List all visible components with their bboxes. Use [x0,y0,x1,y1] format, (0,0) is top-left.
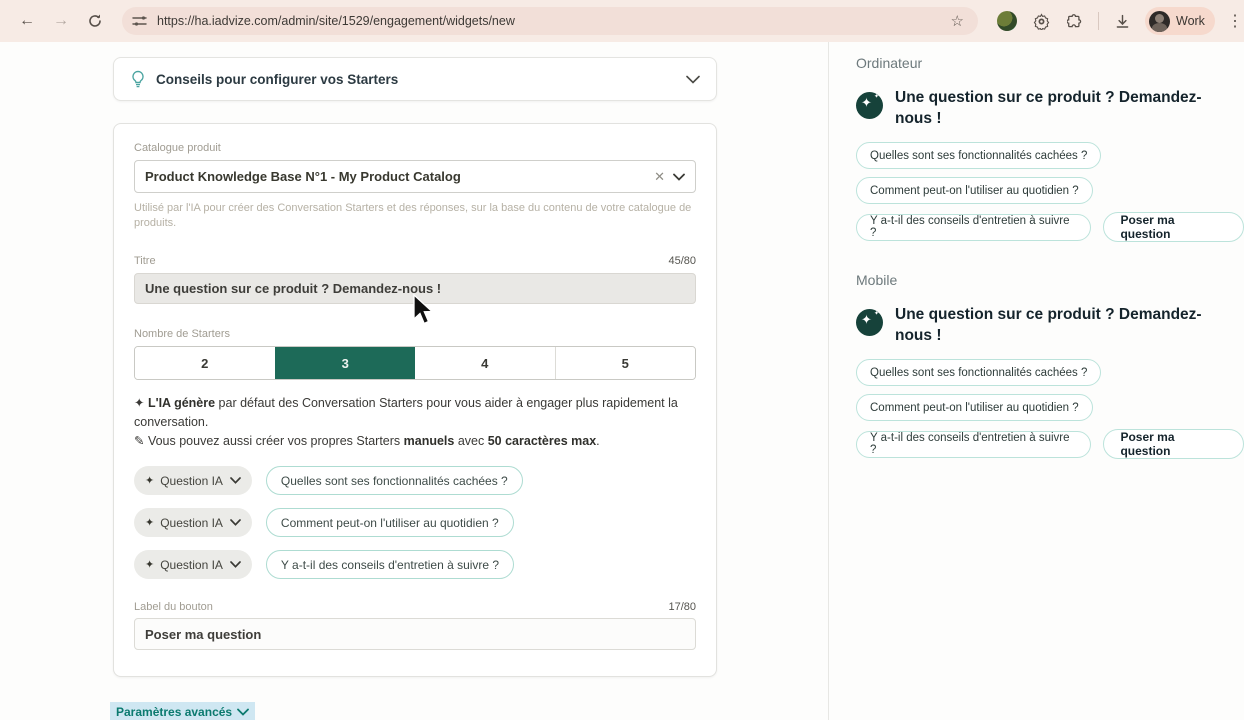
bookmark-star-icon[interactable]: ☆ [947,12,968,30]
button-label-char-counter: 17/80 [668,601,696,613]
browser-menu-icon[interactable]: ⋮ [1221,11,1244,31]
starter-row: ✦ Question IA Quelles sont ses fonctionn… [134,466,696,495]
url-input[interactable]: https://ha.iadvize.com/admin/site/1529/e… [157,14,947,28]
sparkle-icon: ✦ [145,474,154,487]
gear-icon[interactable] [1027,7,1055,35]
mobile-preview-heading: Mobile [856,272,1244,288]
widget-title: Une question sur ce produit ? Demandez-n… [895,304,1205,346]
tips-chevron-down-icon[interactable] [686,75,700,84]
desktop-widget-preview: ✦✦ Une question sur ce produit ? Demande… [856,87,1244,242]
starter-rows: ✦ Question IA Quelles sont ses fonctionn… [134,466,696,579]
preview-ask-button: Poser ma question [1103,212,1244,242]
clear-selection-icon[interactable]: ✕ [646,169,673,185]
omnibox[interactable]: https://ha.iadvize.com/admin/site/1529/e… [122,7,978,35]
starters-count-segmented: 2 3 4 5 [134,346,696,380]
chevron-down-icon [230,519,241,526]
starter-type-dropdown[interactable]: ✦ Question IA [134,550,252,579]
button-label-label: Label du bouton [134,601,213,613]
title-label: Titre [134,255,156,267]
tips-panel[interactable]: Conseils pour configurer vos Starters [113,57,717,101]
preview-panel: Ordinateur ✦✦ Une question sur ce produi… [829,42,1244,720]
catalog-chevron-down-icon[interactable] [673,173,685,181]
advanced-settings-link[interactable]: Paramètres avancés [110,702,255,720]
catalog-helper-text: Utilisé par l'IA pour créer des Conversa… [134,201,694,231]
starter-question-chip[interactable]: Quelles sont ses fonctionnalités cachées… [266,466,523,495]
mobile-widget-preview: ✦✦ Une question sur ce produit ? Demande… [856,304,1244,459]
starters-count-option[interactable]: 5 [555,347,696,379]
sparkle-icon: ✦ [145,558,154,571]
preview-starter-chip: Comment peut-on l'utiliser au quotidien … [856,177,1093,204]
toolbar-actions: Work ⋮ [990,7,1244,35]
ai-sparkle-avatar: ✦✦ [856,309,883,336]
tips-title: Conseils pour configurer vos Starters [156,72,686,87]
starter-row: ✦ Question IA Y a-t-il des conseils d'en… [134,550,696,579]
pencil-icon: ✎ [134,434,144,448]
catalog-select[interactable]: Product Knowledge Base N°1 - My Product … [134,160,696,193]
chevron-down-icon [230,477,241,484]
advanced-chevron-down-icon [237,708,249,716]
toolbar-divider [1098,12,1099,30]
catalog-select-value: Product Knowledge Base N°1 - My Product … [145,169,646,184]
starters-count-option[interactable]: 2 [135,347,275,379]
lightbulb-icon [130,70,146,88]
preview-starter-chip: Quelles sont ses fonctionnalités cachées… [856,359,1101,386]
widget-title: Une question sur ce produit ? Demandez-n… [895,87,1205,129]
site-controls-icon[interactable] [132,14,147,28]
extension-favicon-icon[interactable] [997,11,1017,31]
download-icon[interactable] [1108,7,1136,35]
browser-window: ← → https://ha.iadvize.com/admin/site/15… [0,0,1244,720]
catalog-label: Catalogue produit [134,142,696,154]
preview-starter-chip: Comment peut-on l'utiliser au quotidien … [856,394,1093,421]
starter-question-chip[interactable]: Y a-t-il des conseils d'entretien à suiv… [266,550,514,579]
preview-ask-button: Poser ma question [1103,429,1244,459]
chevron-down-icon [230,561,241,568]
browser-profile-button[interactable]: Work [1145,7,1215,35]
reload-icon[interactable] [81,7,109,35]
starter-type-dropdown[interactable]: ✦ Question IA [134,466,252,495]
page-content: Conseils pour configurer vos Starters Ca… [0,42,1244,720]
preview-starter-chip: Y a-t-il des conseils d'entretien à suiv… [856,214,1091,241]
starter-type-dropdown[interactable]: ✦ Question IA [134,508,252,537]
preview-starter-chip: Y a-t-il des conseils d'entretien à suiv… [856,431,1091,458]
starters-count-label: Nombre de Starters [134,328,696,340]
back-icon[interactable]: ← [13,7,41,35]
preview-starter-chip: Quelles sont ses fonctionnalités cachées… [856,142,1101,169]
sparkle-icon: ✦ [145,516,154,529]
title-input[interactable]: Une question sur ce produit ? Demandez-n… [134,273,696,304]
profile-avatar [1149,11,1170,32]
starters-count-option[interactable]: 3 [275,347,416,379]
extensions-puzzle-icon[interactable] [1061,7,1089,35]
sparkle-icon: ✦ [134,396,144,410]
starter-form-card: Catalogue produit Product Knowledge Base… [113,123,717,677]
ai-sparkle-avatar: ✦✦ [856,92,883,119]
starter-row: ✦ Question IA Comment peut-on l'utiliser… [134,508,696,537]
starter-question-chip[interactable]: Comment peut-on l'utiliser au quotidien … [266,508,514,537]
ai-info-text: ✦ L'IA génère par défaut des Conversatio… [134,394,694,451]
starters-count-option[interactable]: 4 [415,347,555,379]
forward-icon[interactable]: → [47,7,75,35]
button-label-input[interactable]: Poser ma question [134,618,696,650]
browser-toolbar: ← → https://ha.iadvize.com/admin/site/15… [0,0,1244,42]
desktop-preview-heading: Ordinateur [856,55,1244,71]
profile-name: Work [1176,14,1205,28]
title-char-counter: 45/80 [668,255,696,267]
